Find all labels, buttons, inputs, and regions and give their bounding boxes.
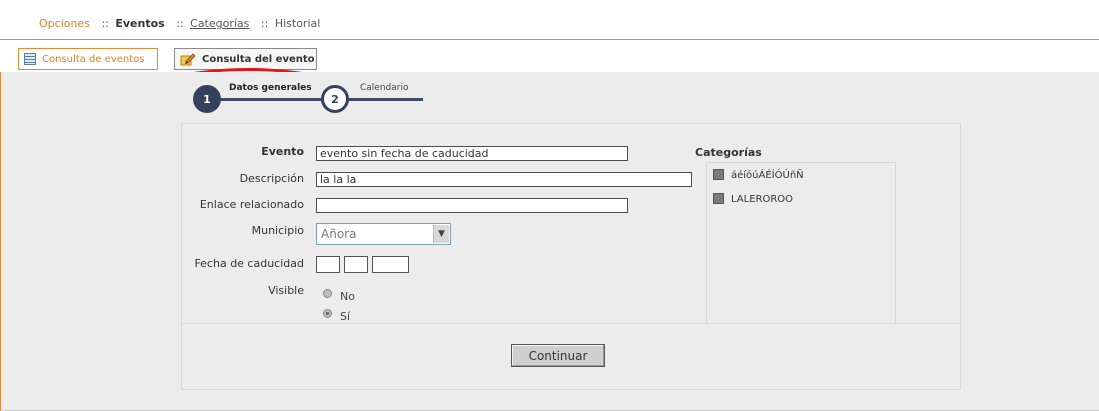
categorias-list: áéíóúÁÉÍÓÚñÑ LALEROROO [706, 162, 896, 325]
evento-input[interactable]: evento sin fecha de caducidad [316, 146, 628, 161]
tab-consulta-de-eventos[interactable]: Consulta de eventos [18, 48, 158, 70]
tab-consulta-del-evento[interactable]: Consulta del evento [174, 48, 317, 70]
categoria-label: LALEROROO [731, 194, 794, 205]
breadcrumb-separator: :: [101, 17, 109, 30]
nav-link-opciones[interactable]: Opciones [39, 17, 90, 30]
municipio-label: Municipio [251, 224, 304, 237]
municipio-selected-value: Añora [321, 227, 357, 241]
descripcion-label: Descripción [239, 172, 304, 185]
evento-label: Evento [261, 145, 304, 158]
top-navigation-bar: Opciones :: Eventos :: Categorías :: His… [0, 0, 1099, 40]
table-icon [24, 53, 36, 65]
visible-radio-si[interactable] [323, 309, 332, 318]
nav-link-historial[interactable]: Historial [275, 17, 320, 30]
tab-label: Consulta de eventos [42, 53, 145, 65]
municipio-select[interactable]: Añora ▼ [316, 223, 451, 245]
tab-label: Consulta del evento [202, 53, 315, 65]
nav-link-eventos[interactable]: Eventos [115, 17, 164, 30]
edit-pencil-icon [180, 52, 196, 66]
wizard-steps: 1 Datos generales 2 Calendario [191, 83, 431, 120]
step-connector-line [205, 98, 423, 101]
event-form-panel: Evento Descripción Enlace relacionado Mu… [181, 123, 961, 325]
categorias-title: Categorías [695, 146, 762, 159]
form-actions-panel: Continuar [181, 323, 961, 390]
nav-link-categorias[interactable]: Categorías [190, 17, 249, 30]
chevron-down-icon[interactable]: ▼ [433, 225, 449, 243]
visible-label: Visible [268, 284, 304, 297]
step-2-label: Calendario [360, 83, 409, 93]
step-1-circle[interactable]: 1 [193, 85, 221, 113]
fecha-year-input[interactable] [372, 256, 409, 273]
tabs-row: Consulta de eventos Consulta del evento [0, 40, 1099, 116]
enlace-input[interactable] [316, 198, 628, 213]
fecha-caducidad-label: Fecha de caducidad [194, 257, 304, 270]
categoria-label: áéíóúÁÉÍÓÚñÑ [731, 170, 804, 181]
visible-option-si-label: Sí [340, 310, 351, 323]
fecha-day-input[interactable] [316, 256, 340, 273]
main-panel: 1 Datos generales 2 Calendario Evento De… [0, 72, 1099, 411]
breadcrumb: Opciones :: Eventos :: Categorías :: His… [39, 17, 320, 30]
step-2-circle[interactable]: 2 [321, 85, 349, 113]
categoria-checkbox[interactable] [713, 169, 724, 180]
continuar-button[interactable]: Continuar [511, 344, 605, 367]
visible-option-no-label: No [340, 290, 355, 303]
enlace-label: Enlace relacionado [199, 198, 304, 211]
visible-radio-no[interactable] [323, 289, 332, 298]
fecha-month-input[interactable] [344, 256, 368, 273]
descripcion-input[interactable]: la la la [316, 172, 692, 187]
breadcrumb-separator: :: [176, 17, 184, 30]
step-1-label: Datos generales [229, 83, 312, 93]
breadcrumb-separator: :: [260, 17, 269, 30]
categoria-checkbox[interactable] [713, 193, 724, 204]
